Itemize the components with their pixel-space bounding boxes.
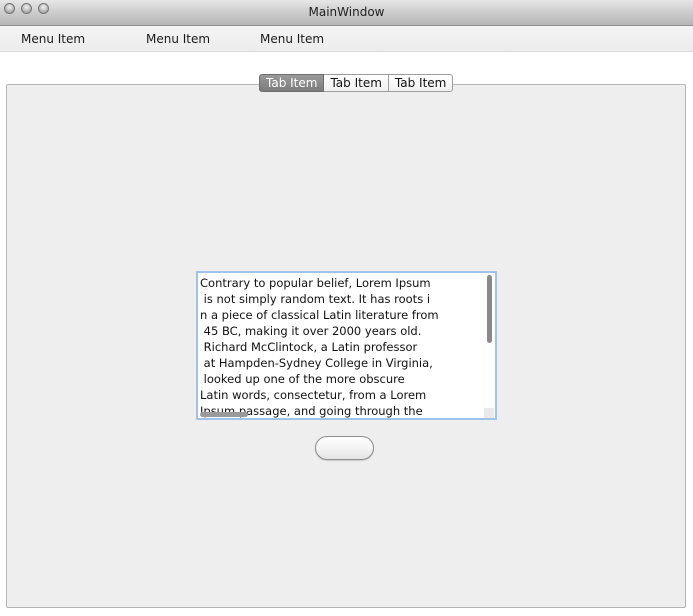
main-window: MainWindow Menu Item Menu Item Menu Item… [0, 0, 693, 616]
tab-strip: Tab Item Tab Item Tab Item [259, 74, 454, 92]
text-area[interactable]: Contrary to popular belief, Lorem Ipsum … [196, 271, 497, 420]
tab-item-1[interactable]: Tab Item [259, 74, 325, 92]
menu-bar: Menu Item Menu Item Menu Item [0, 26, 693, 52]
window-title: MainWindow [308, 5, 385, 19]
menu-item-1[interactable]: Menu Item [21, 32, 85, 46]
action-button[interactable] [315, 436, 374, 460]
menu-item-2[interactable]: Menu Item [146, 32, 210, 46]
scrollbar-corner [484, 408, 494, 418]
vertical-scrollbar-thumb[interactable] [487, 275, 492, 343]
menu-item-3[interactable]: Menu Item [260, 32, 324, 46]
horizontal-scrollbar-thumb[interactable] [200, 412, 248, 417]
text-area-content: Contrary to popular belief, Lorem Ipsum … [200, 276, 439, 418]
tab-item-2[interactable]: Tab Item [324, 74, 389, 92]
tab-item-3[interactable]: Tab Item [388, 74, 454, 92]
title-bar[interactable]: MainWindow [0, 0, 693, 26]
